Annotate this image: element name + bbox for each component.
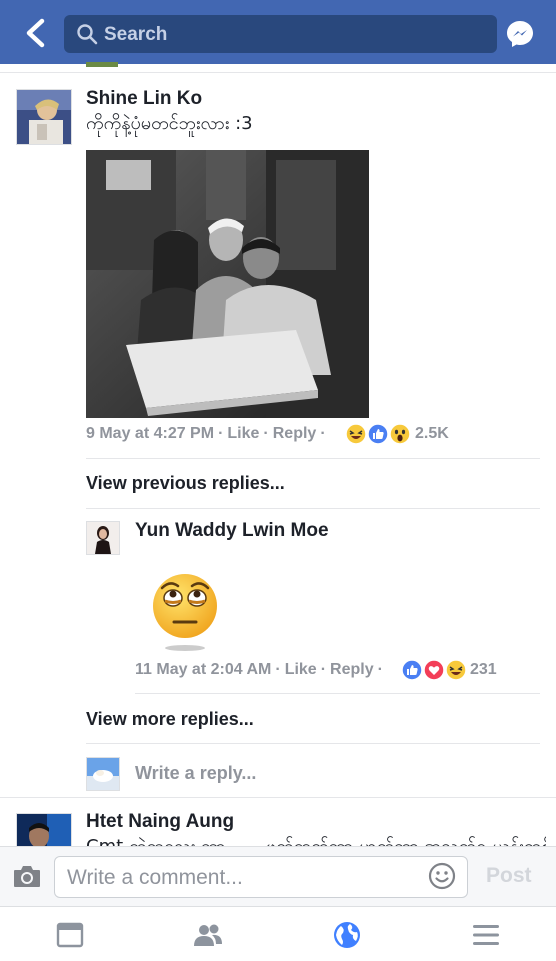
avatar[interactable] [16,89,72,145]
haha-icon [445,659,467,681]
profile-picture [17,90,71,144]
friends-icon [194,924,222,946]
divider [86,743,540,744]
write-reply-input[interactable]: Write a reply... [135,763,256,784]
comment-author[interactable]: Shine Lin Ko [86,88,202,110]
like-reaction-icon [401,659,423,681]
like-link[interactable]: Like [227,425,259,442]
previous-image-edge [86,62,118,67]
divider [135,693,540,694]
camera-button[interactable] [12,862,42,890]
reply-link[interactable]: Reply [330,661,374,678]
profile-picture [87,522,119,554]
camera-icon [14,866,40,887]
messenger-icon [507,21,533,47]
reaction-count[interactable]: 2.5K [415,425,449,443]
divider [0,72,556,73]
comment-author[interactable]: Htet Naing Aung [86,811,234,833]
reply-meta: 11 May at 2:04 AM · Like · Reply · [135,661,383,678]
profile-picture [87,758,119,790]
reply-author[interactable]: Yun Waddy Lwin Moe [135,520,329,542]
tab-news-feed[interactable] [50,915,90,955]
back-button[interactable] [18,14,52,52]
divider [0,797,556,798]
sticker[interactable] [150,570,220,654]
smiley-icon [428,862,456,890]
comment-text: ကိုကိုနဲ့ပုံမတင်ဘူးလား :3 [86,113,253,134]
view-more-replies[interactable]: View more replies... [86,709,254,730]
post-button[interactable]: Post [486,864,532,888]
reaction-count[interactable]: 231 [470,661,497,679]
photo-image [86,150,369,418]
reply-timestamp[interactable]: 11 May at 2:04 AM [135,661,271,678]
haha-icon [345,423,367,445]
globe-icon [334,922,360,948]
view-previous-replies[interactable]: View previous replies... [86,473,285,494]
emoji-button[interactable] [428,862,456,890]
chevron-left-icon [26,18,45,48]
news-feed-icon [56,922,84,948]
love-reaction-icon [423,659,445,681]
divider [86,508,540,509]
search-icon [77,24,98,45]
search-bar[interactable] [64,15,497,55]
messenger-button[interactable] [502,16,538,52]
comment-input[interactable] [65,857,419,899]
tab-menu[interactable] [466,915,506,955]
like-reaction-icon [367,423,389,445]
comment-photo[interactable] [86,150,369,418]
tab-friends[interactable] [188,915,228,955]
divider [86,458,540,459]
like-link[interactable]: Like [285,661,317,678]
comment-timestamp[interactable]: 9 May at 4:27 PM [86,425,214,442]
reply-link[interactable]: Reply [273,425,317,442]
comment-meta: 9 May at 4:27 PM · Like · Reply · [86,425,326,442]
reply-avatar[interactable] [86,521,120,555]
tab-notifications[interactable] [327,915,367,955]
my-avatar [86,757,120,791]
hamburger-menu-icon [473,925,499,945]
eye-roll-emoji-icon [153,574,217,651]
search-input[interactable] [102,15,486,55]
reactions[interactable] [345,423,415,445]
reply-reactions[interactable] [401,659,469,681]
comment-input-box[interactable] [54,856,468,899]
wow-icon [389,423,411,445]
